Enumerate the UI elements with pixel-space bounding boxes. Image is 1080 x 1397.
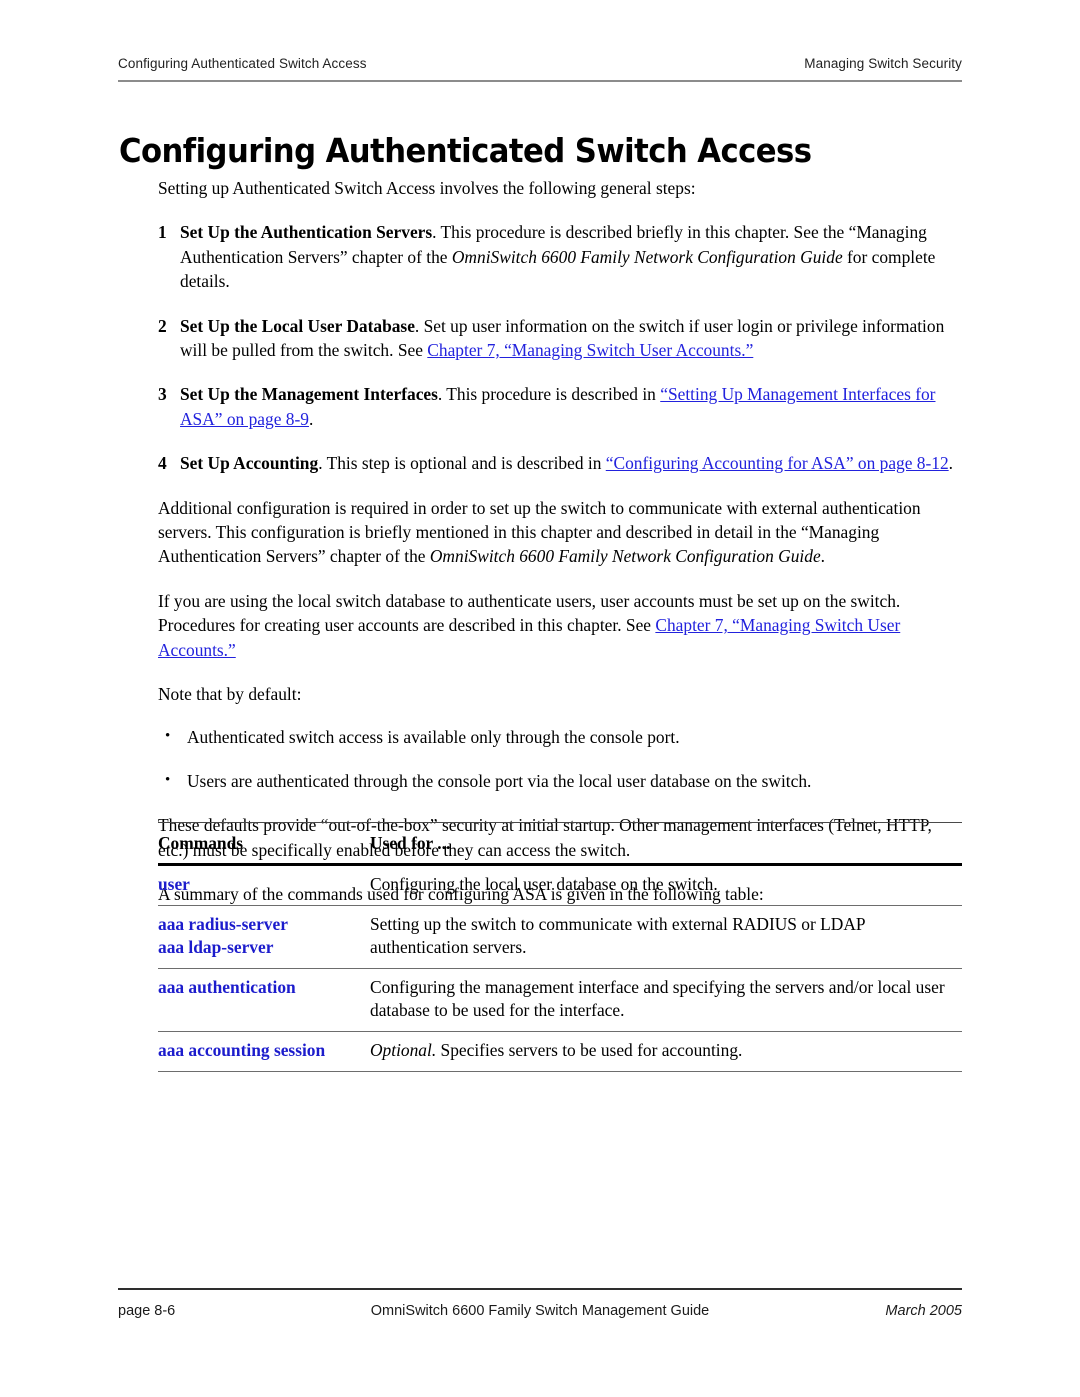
list-item: • Users are authenticated through the con…	[158, 769, 962, 793]
step-3-text-b: .	[308, 408, 314, 429]
command-name-secondary: aaa ldap-server	[158, 937, 274, 957]
step-4-number: 4	[158, 453, 167, 474]
list-item-text: Users are authenticated through the cons…	[187, 770, 812, 791]
commands-table-body: user Configuring the local user database…	[158, 865, 962, 1072]
running-header-rule	[118, 80, 962, 82]
table-cell-command: aaa radius-server aaa ldap-server	[158, 906, 370, 969]
paragraph-additional-config-italic: OmniSwitch 6600 Family Network Configura…	[429, 546, 821, 567]
table-cell-description: Configuring the local user database on t…	[370, 865, 962, 906]
description-text: Setting up the switch to communicate wit…	[370, 914, 865, 957]
step-2-lead: Set Up the Local User Database	[180, 315, 415, 336]
description-text: Configuring the local user database on t…	[370, 874, 718, 894]
table-cell-command: user	[158, 865, 370, 906]
table-row: user Configuring the local user database…	[158, 865, 962, 906]
description-italic-lead: Optional.	[370, 1040, 437, 1060]
step-1-lead: Set Up the Authentication Servers	[180, 222, 433, 243]
step-2-link[interactable]: Chapter 7, “Managing Switch User Account…	[427, 340, 753, 360]
step-4-link[interactable]: “Configuring Accounting for ASA” on page…	[606, 453, 949, 473]
step-2: 2 Set Up the Local User Database. Set up …	[158, 314, 962, 363]
table-header-row: Commands Used for ...	[158, 822, 962, 865]
step-1: 1 Set Up the Authentication Servers. This…	[158, 220, 962, 293]
description-text: Specifies servers to be used for account…	[436, 1040, 743, 1060]
footer-guide-title: OmniSwitch 6600 Family Switch Management…	[370, 1303, 710, 1319]
table-cell-description: Optional. Specifies servers to be used f…	[370, 1032, 962, 1072]
command-name: aaa accounting session	[158, 1040, 326, 1060]
paragraph-additional-config: Additional configuration is required in …	[158, 496, 962, 569]
step-1-italic: OmniSwitch 6600 Family Network Configura…	[451, 246, 843, 267]
paragraph-local-database: If you are using the local switch databa…	[158, 589, 962, 662]
page-footer: page 8-6 OmniSwitch 6600 Family Switch M…	[118, 1300, 962, 1326]
table-row: aaa authentication Configuring the manag…	[158, 969, 962, 1032]
body-content: Setting up Authenticated Switch Access i…	[158, 176, 962, 927]
table-cell-description: Configuring the management interface and…	[370, 969, 962, 1032]
intro-paragraph: Setting up Authenticated Switch Access i…	[158, 178, 696, 198]
description-text: Configuring the management interface and…	[370, 977, 945, 1020]
running-header-right: Managing Switch Security	[804, 56, 962, 71]
bullet-dot-icon: •	[165, 772, 171, 789]
table-row: aaa radius-server aaa ldap-server Settin…	[158, 906, 962, 969]
step-2-number: 2	[158, 315, 167, 336]
bullet-dot-icon: •	[165, 728, 171, 744]
command-name: user	[158, 874, 190, 894]
page-title: Configuring Authenticated Switch Access	[119, 131, 812, 171]
step-4-text-a: . This step is optional and is described…	[318, 453, 606, 474]
step-3-text-a: . This procedure is described in	[437, 384, 661, 405]
column-header-used-for: Used for ...	[370, 833, 451, 853]
step-4: 4 Set Up Accounting. This step is optiona…	[158, 451, 962, 475]
step-3-lead: Set Up the Management Interfaces	[180, 384, 438, 405]
paragraph-note-default: Note that by default:	[158, 684, 302, 705]
step-3-number: 3	[158, 384, 167, 405]
footer-date: March 2005	[885, 1303, 962, 1319]
paragraph-additional-config-text-b: .	[820, 546, 826, 567]
table-row: aaa accounting session Optional. Specifi…	[158, 1032, 962, 1072]
table-cell-command: aaa authentication	[158, 969, 370, 1032]
step-4-text-b: .	[948, 453, 954, 474]
list-item-text: Authenticated switch access is available…	[187, 726, 680, 747]
footer-rule	[118, 1288, 962, 1290]
footer-guide-title-wrap: OmniSwitch 6600 Family Switch Management…	[118, 1303, 962, 1319]
commands-table-head: Commands Used for ...	[158, 822, 962, 865]
command-name: aaa authentication	[158, 977, 296, 997]
command-name: aaa radius-server	[158, 914, 288, 934]
running-header-left: Configuring Authenticated Switch Access	[118, 56, 367, 71]
list-item: • Authenticated switch access is availabl…	[158, 725, 962, 749]
document-page: Configuring Authenticated Switch Access …	[0, 0, 1080, 1397]
column-header-commands: Commands	[158, 833, 244, 853]
table-cell-command: aaa accounting session	[158, 1032, 370, 1072]
running-header: Configuring Authenticated Switch Access …	[118, 56, 962, 71]
step-3: 3 Set Up the Management Interfaces. This …	[158, 382, 962, 431]
step-4-lead: Set Up Accounting	[180, 453, 319, 474]
commands-table: Commands Used for ... user Configuring t…	[158, 822, 962, 1072]
step-1-number: 1	[158, 222, 167, 243]
table-cell-description: Setting up the switch to communicate wit…	[370, 906, 962, 969]
